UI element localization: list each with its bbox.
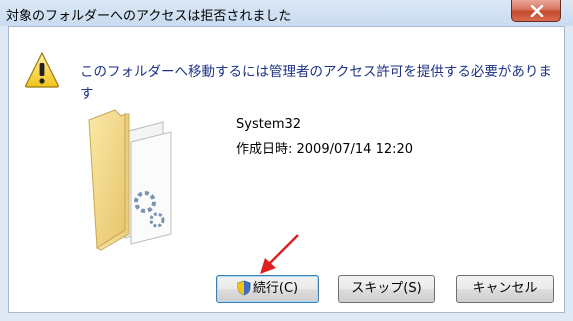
close-button[interactable]	[511, 0, 561, 22]
close-icon	[530, 5, 544, 17]
folder-name: System32	[236, 117, 302, 132]
dialog-title: 対象のフォルダーへのアクセスは拒否されました	[6, 9, 292, 24]
dialog-message: このフォルダーへ移動するには管理者のアクセス許可を提供する必要があります	[80, 64, 552, 102]
continue-label: 続行(C)	[252, 281, 299, 296]
warning-icon	[25, 51, 59, 88]
folder-icon	[88, 109, 172, 251]
access-denied-dialog: 対象のフォルダーへのアクセスは拒否されました このフォルダーへ移動するには管理者…	[0, 0, 573, 321]
cancel-button[interactable]: キャンセル	[456, 275, 554, 303]
uac-shield-icon	[237, 280, 251, 295]
folder-created-date: 作成日時: 2009/07/14 12:20	[236, 142, 414, 157]
skip-button[interactable]: スキップ(S)	[338, 275, 435, 303]
title-bar: 対象のフォルダーへのアクセスは拒否されました	[0, 0, 573, 26]
continue-button[interactable]: 続行(C)	[216, 275, 319, 303]
annotation-arrow-icon	[260, 234, 299, 274]
